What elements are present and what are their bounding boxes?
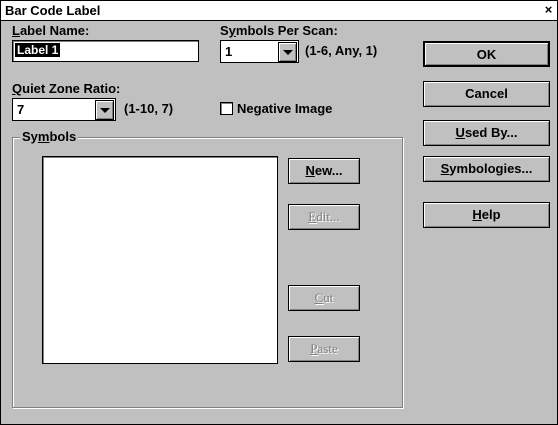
quiet-zone-label: Quiet Zone Ratio:: [12, 81, 121, 96]
symbols-per-scan-hint: (1-6, Any, 1): [305, 43, 378, 58]
paste-button[interactable]: Paste: [288, 336, 360, 362]
symbols-per-scan-label: Symbols Per Scan:: [220, 23, 338, 38]
edit-button[interactable]: Edit...: [288, 204, 360, 230]
negative-image-checkbox[interactable]: [220, 102, 233, 115]
symbols-per-scan-select[interactable]: 1: [220, 40, 299, 63]
label-name-label-text: abel Name:: [19, 23, 90, 38]
negative-image-label[interactable]: Negative Image: [237, 101, 332, 116]
symbols-group-title: Symbols: [20, 129, 79, 144]
bar-code-label-dialog: Bar Code Label × Label Name: Label 1 Sym…: [0, 0, 558, 425]
quiet-zone-select[interactable]: 7: [12, 98, 116, 121]
quiet-zone-value: 7: [17, 102, 25, 117]
symbols-per-scan-dropdown-button[interactable]: [278, 42, 297, 62]
quiet-zone-hint: (1-10, 7): [124, 101, 174, 116]
label-name-value: Label 1: [15, 43, 61, 57]
symbologies-button[interactable]: Symbologies...: [423, 156, 550, 182]
label-name-mnemonic: L: [12, 23, 20, 38]
symbols-per-scan-value: 1: [225, 44, 233, 59]
cut-button[interactable]: Cut: [288, 285, 360, 311]
ok-button[interactable]: OK: [423, 41, 550, 67]
label-name-label: Label Name:: [12, 23, 89, 38]
symbols-list[interactable]: [42, 156, 278, 364]
quiet-zone-dropdown-button[interactable]: [95, 100, 114, 120]
window-title: Bar Code Label: [5, 3, 101, 18]
label-name-field[interactable]: Label 1: [12, 40, 199, 62]
help-button[interactable]: Help: [423, 202, 550, 228]
chevron-down-icon: [100, 108, 110, 113]
cancel-button[interactable]: Cancel: [423, 81, 550, 107]
close-icon[interactable]: ×: [542, 3, 555, 16]
chevron-down-icon: [283, 50, 293, 55]
used-by-button[interactable]: Used By...: [423, 120, 550, 146]
new-button[interactable]: New...: [288, 158, 360, 184]
title-bar: Bar Code Label ×: [1, 1, 557, 21]
